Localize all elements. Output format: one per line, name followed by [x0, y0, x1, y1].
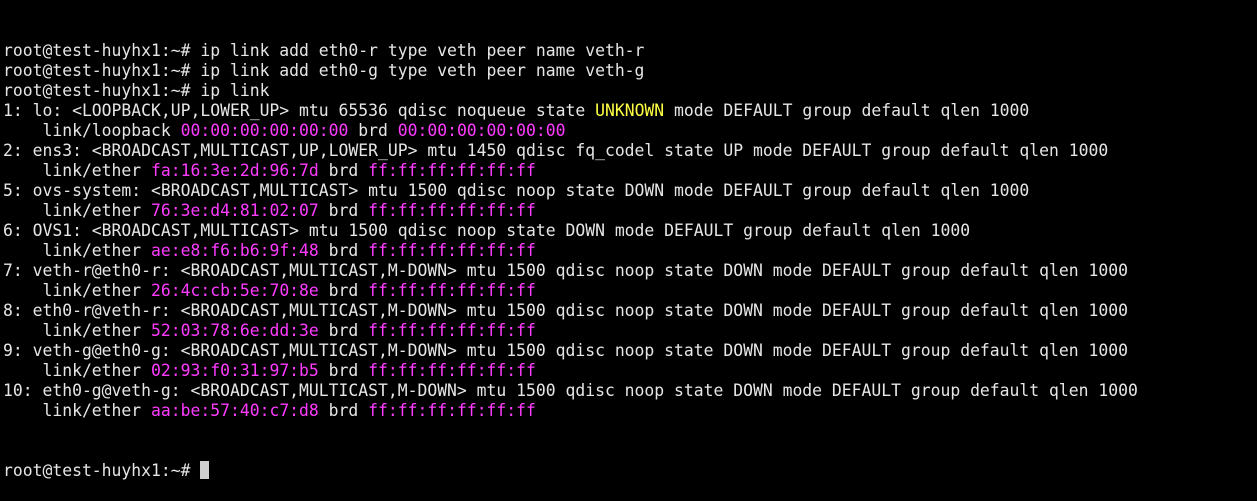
terminal-text: brd	[318, 401, 369, 420]
terminal-text: brd	[318, 161, 369, 180]
terminal-text: link/ether	[3, 401, 152, 420]
terminal-line: 10: eth0-g@veth-g: <BROADCAST,MULTICAST,…	[3, 381, 1257, 401]
terminal-text: link/ether	[3, 281, 152, 300]
terminal-text: link/ether	[3, 201, 152, 220]
terminal-text: link/ether	[3, 361, 152, 380]
terminal-output: root@test-huyhx1:~# ip link add eth0-r t…	[3, 41, 1257, 421]
terminal-text: 2: ens3: <BROADCAST,MULTICAST,UP,LOWER_U…	[3, 141, 1109, 160]
terminal-line: 6: OVS1: <BROADCAST,MULTICAST> mtu 1500 …	[3, 221, 1257, 241]
terminal-line: link/ether ae:e8:f6:b6:9f:48 brd ff:ff:f…	[3, 241, 1257, 261]
terminal-line: link/ether aa:be:57:40:c7:d8 brd ff:ff:f…	[3, 401, 1257, 421]
terminal-text: brd	[318, 201, 369, 220]
terminal-text: link/loopback	[3, 121, 181, 140]
text-cursor	[200, 461, 210, 479]
terminal-text: link/ether	[3, 321, 152, 340]
terminal-text: root@test-huyhx1:~# ip link add eth0-r t…	[3, 41, 645, 60]
terminal-text: brd	[318, 241, 369, 260]
state-unknown-text: UNKNOWN	[595, 101, 665, 120]
terminal-line: 2: ens3: <BROADCAST,MULTICAST,UP,LOWER_U…	[3, 141, 1257, 161]
terminal-line: 1: lo: <LOOPBACK,UP,LOWER_UP> mtu 65536 …	[3, 101, 1257, 121]
terminal-line: 5: ovs-system: <BROADCAST,MULTICAST> mtu…	[3, 181, 1257, 201]
mac-address-text: fa:16:3e:2d:96:7d	[151, 161, 319, 180]
terminal-line: link/ether 26:4c:cb:5e:70:8e brd ff:ff:f…	[3, 281, 1257, 301]
terminal-line: 7: veth-r@eth0-r: <BROADCAST,MULTICAST,M…	[3, 261, 1257, 281]
terminal-line: 9: veth-g@eth0-g: <BROADCAST,MULTICAST,M…	[3, 341, 1257, 361]
terminal-text: 1: lo: <LOOPBACK,UP,LOWER_UP> mtu 65536 …	[3, 101, 596, 120]
terminal-text: link/ether	[3, 241, 152, 260]
mac-address-text: 76:3e:d4:81:02:07	[151, 201, 319, 220]
terminal-text: root@test-huyhx1:~# ip link add eth0-g t…	[3, 61, 645, 80]
terminal-line: root@test-huyhx1:~# ip link	[3, 81, 1257, 101]
terminal-text: link/ether	[3, 161, 152, 180]
terminal-prompt-line[interactable]: root@test-huyhx1:~#	[3, 461, 1257, 481]
mac-address-text: 52:03:78:6e:dd:3e	[151, 321, 319, 340]
terminal-line: link/ether 02:93:f0:31:97:b5 brd ff:ff:f…	[3, 361, 1257, 381]
shell-prompt: root@test-huyhx1:~#	[3, 461, 201, 480]
terminal-line: link/ether fa:16:3e:2d:96:7d brd ff:ff:f…	[3, 161, 1257, 181]
terminal-line: 8: eth0-r@veth-r: <BROADCAST,MULTICAST,M…	[3, 301, 1257, 321]
mac-address-text: ff:ff:ff:ff:ff:ff	[368, 201, 536, 220]
mac-address-text: ff:ff:ff:ff:ff:ff	[368, 281, 536, 300]
terminal-text: brd	[348, 121, 398, 140]
mac-address-text: 26:4c:cb:5e:70:8e	[151, 281, 319, 300]
terminal-line: link/ether 76:3e:d4:81:02:07 brd ff:ff:f…	[3, 201, 1257, 221]
terminal-line: link/ether 52:03:78:6e:dd:3e brd ff:ff:f…	[3, 321, 1257, 341]
mac-address-text: ff:ff:ff:ff:ff:ff	[368, 241, 536, 260]
terminal-text: brd	[318, 321, 369, 340]
terminal-text: 6: OVS1: <BROADCAST,MULTICAST> mtu 1500 …	[3, 221, 971, 240]
terminal-text: 10: eth0-g@veth-g: <BROADCAST,MULTICAST,…	[3, 381, 1138, 400]
terminal-line: link/loopback 00:00:00:00:00:00 brd 00:0…	[3, 121, 1257, 141]
mac-address-text: aa:be:57:40:c7:d8	[151, 401, 319, 420]
terminal-window[interactable]: root@test-huyhx1:~# ip link add eth0-r t…	[0, 0, 1257, 480]
mac-address-text: 00:00:00:00:00:00	[397, 121, 566, 140]
terminal-text: mode DEFAULT group default qlen 1000	[664, 101, 1030, 120]
terminal-text: 9: veth-g@eth0-g: <BROADCAST,MULTICAST,M…	[3, 341, 1128, 360]
mac-address-text: ff:ff:ff:ff:ff:ff	[368, 401, 536, 420]
terminal-line: root@test-huyhx1:~# ip link add eth0-g t…	[3, 61, 1257, 81]
terminal-line: root@test-huyhx1:~# ip link add eth0-r t…	[3, 41, 1257, 61]
terminal-text: brd	[318, 361, 369, 380]
terminal-text: 7: veth-r@eth0-r: <BROADCAST,MULTICAST,M…	[3, 261, 1128, 280]
mac-address-text: ff:ff:ff:ff:ff:ff	[368, 361, 536, 380]
terminal-text: root@test-huyhx1:~# ip link	[3, 81, 270, 100]
mac-address-text: ff:ff:ff:ff:ff:ff	[368, 321, 536, 340]
terminal-text: 8: eth0-r@veth-r: <BROADCAST,MULTICAST,M…	[3, 301, 1128, 320]
mac-address-text: 02:93:f0:31:97:b5	[151, 361, 319, 380]
mac-address-text: 00:00:00:00:00:00	[180, 121, 349, 140]
mac-address-text: ae:e8:f6:b6:9f:48	[151, 241, 319, 260]
mac-address-text: ff:ff:ff:ff:ff:ff	[368, 161, 536, 180]
terminal-text: 5: ovs-system: <BROADCAST,MULTICAST> mtu…	[3, 181, 1030, 200]
terminal-text: brd	[318, 281, 369, 300]
